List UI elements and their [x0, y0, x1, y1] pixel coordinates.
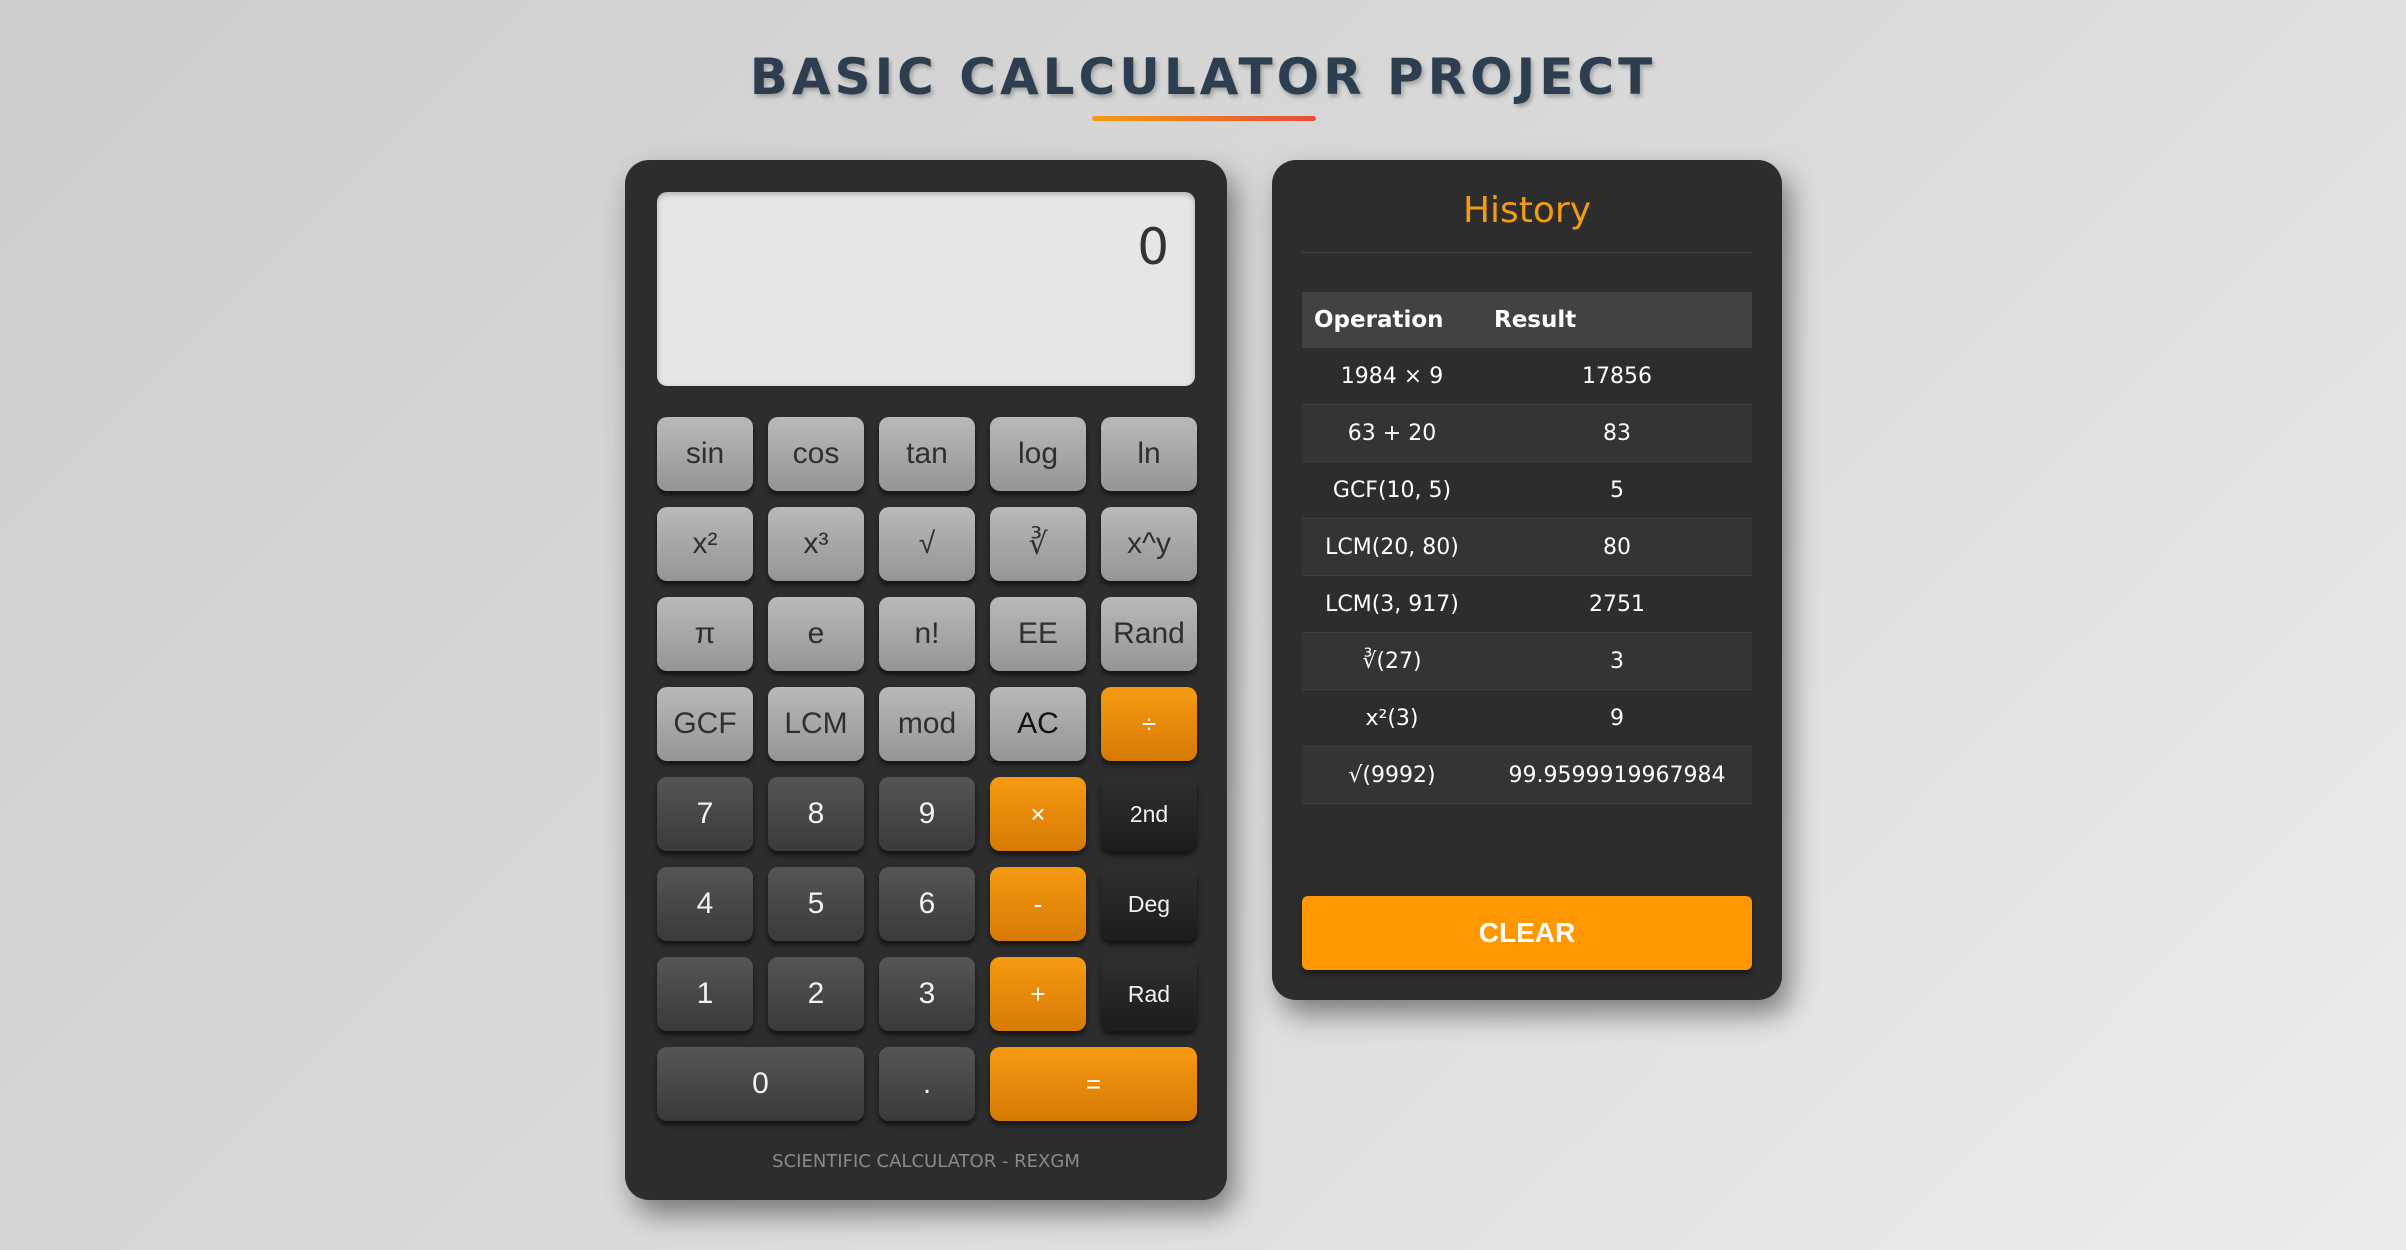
history-row: LCM(20, 80) 80: [1302, 519, 1752, 576]
decimal-button[interactable]: .: [879, 1047, 975, 1121]
cos-button[interactable]: cos: [768, 417, 864, 491]
history-operation: LCM(3, 917): [1325, 591, 1459, 617]
second-function-button[interactable]: 2nd: [1101, 777, 1197, 851]
history-operation: √(9992): [1348, 762, 1436, 788]
result-column-header: Result: [1494, 307, 1577, 333]
digit-9-button[interactable]: 9: [879, 777, 975, 851]
history-table: Operation Result 1984 × 9 17856 63 + 20 …: [1302, 292, 1752, 804]
calculator: 0 sin cos tan log ln x² x³ √ ∛ x^y π e n…: [625, 160, 1227, 1200]
history-operation: 63 + 20: [1347, 420, 1437, 446]
history-table-header: Operation Result: [1302, 292, 1752, 348]
calculator-display: 0: [657, 192, 1195, 386]
history-row: √(9992) 99.9599919967984: [1302, 747, 1752, 804]
all-clear-button[interactable]: AC: [990, 687, 1086, 761]
digit-8-button[interactable]: 8: [768, 777, 864, 851]
page-title: BASIC CALCULATOR PROJECT: [749, 48, 1657, 106]
gcf-button[interactable]: GCF: [657, 687, 753, 761]
history-result: 5: [1610, 477, 1624, 503]
digit-7-button[interactable]: 7: [657, 777, 753, 851]
history-result: 2751: [1589, 591, 1645, 617]
multiply-button[interactable]: ×: [990, 777, 1086, 851]
digit-2-button[interactable]: 2: [768, 957, 864, 1031]
history-operation: GCF(10, 5): [1332, 477, 1452, 503]
digit-1-button[interactable]: 1: [657, 957, 753, 1031]
history-result: 80: [1603, 534, 1631, 560]
log-button[interactable]: log: [990, 417, 1086, 491]
tan-button[interactable]: tan: [879, 417, 975, 491]
display-value: 0: [1137, 218, 1169, 276]
clear-history-button[interactable]: CLEAR: [1302, 896, 1752, 970]
calculator-footer: SCIENTIFIC CALCULATOR - REXGM: [772, 1151, 1080, 1172]
subtract-button[interactable]: -: [990, 867, 1086, 941]
square-root-button[interactable]: √: [879, 507, 975, 581]
history-divider: [1302, 252, 1752, 253]
history-operation: LCM(20, 80): [1325, 534, 1459, 560]
pi-button[interactable]: π: [657, 597, 753, 671]
history-row: 63 + 20 83: [1302, 405, 1752, 462]
cube-root-button[interactable]: ∛: [990, 507, 1086, 581]
operation-column-header: Operation: [1314, 307, 1444, 333]
mod-button[interactable]: mod: [879, 687, 975, 761]
digit-0-button[interactable]: 0: [657, 1047, 864, 1121]
history-row: GCF(10, 5) 5: [1302, 462, 1752, 519]
add-button[interactable]: +: [990, 957, 1086, 1031]
history-row: 1984 × 9 17856: [1302, 348, 1752, 405]
history-result: 3: [1610, 648, 1624, 674]
history-result: 83: [1603, 420, 1631, 446]
ln-button[interactable]: ln: [1101, 417, 1197, 491]
history-row: LCM(3, 917) 2751: [1302, 576, 1752, 633]
history-panel: History Operation Result 1984 × 9 17856 …: [1272, 160, 1782, 1000]
cube-button[interactable]: x³: [768, 507, 864, 581]
history-operation: ∛(27): [1362, 648, 1422, 674]
history-result: 17856: [1582, 363, 1652, 389]
history-operation: 1984 × 9: [1340, 363, 1444, 389]
history-result: 9: [1610, 705, 1624, 731]
radian-mode-button[interactable]: Rad: [1101, 957, 1197, 1031]
history-row: x²(3) 9: [1302, 690, 1752, 747]
degree-mode-button[interactable]: Deg: [1101, 867, 1197, 941]
ee-button[interactable]: EE: [990, 597, 1086, 671]
history-row: ∛(27) 3: [1302, 633, 1752, 690]
title-underline: [1092, 116, 1316, 121]
random-button[interactable]: Rand: [1101, 597, 1197, 671]
history-title: History: [1462, 190, 1592, 231]
digit-3-button[interactable]: 3: [879, 957, 975, 1031]
power-button[interactable]: x^y: [1101, 507, 1197, 581]
digit-4-button[interactable]: 4: [657, 867, 753, 941]
euler-button[interactable]: e: [768, 597, 864, 671]
lcm-button[interactable]: LCM: [768, 687, 864, 761]
square-button[interactable]: x²: [657, 507, 753, 581]
digit-6-button[interactable]: 6: [879, 867, 975, 941]
sin-button[interactable]: sin: [657, 417, 753, 491]
history-operation: x²(3): [1365, 705, 1419, 731]
factorial-button[interactable]: n!: [879, 597, 975, 671]
history-result: 99.9599919967984: [1508, 762, 1726, 788]
divide-button[interactable]: ÷: [1101, 687, 1197, 761]
digit-5-button[interactable]: 5: [768, 867, 864, 941]
equals-button[interactable]: =: [990, 1047, 1197, 1121]
